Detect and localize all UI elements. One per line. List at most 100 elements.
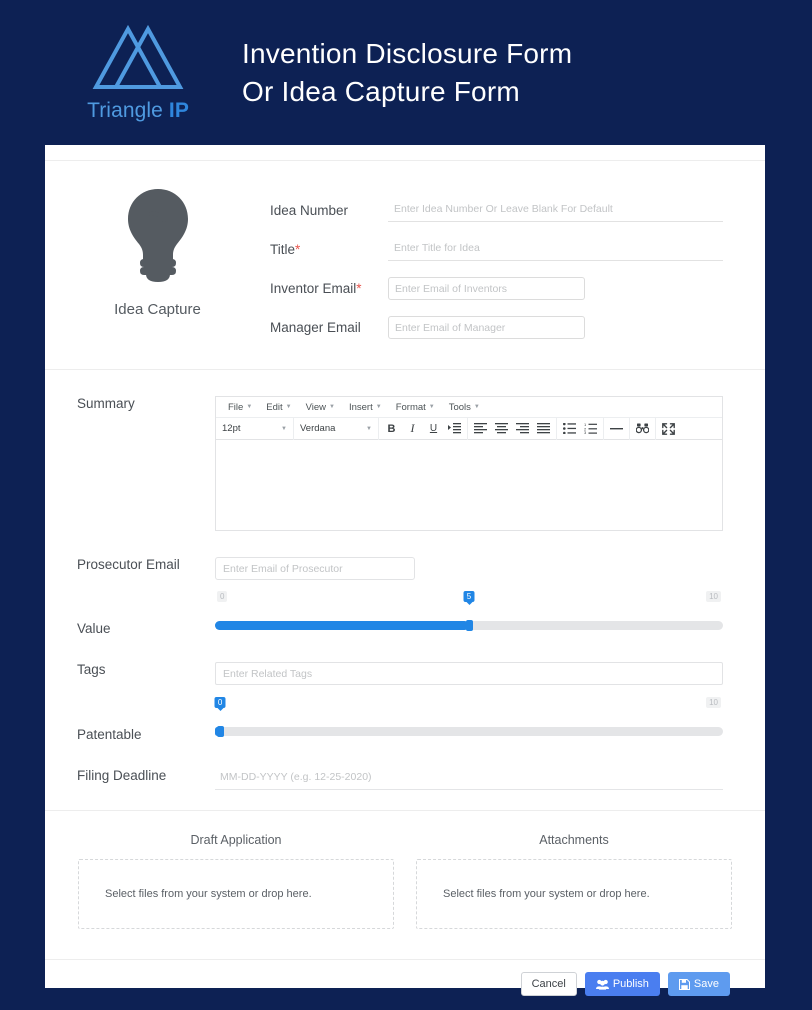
label-manager-email: Manager Email (270, 320, 361, 335)
chevron-down-icon: ▼ (375, 404, 382, 410)
draft-application-dropzone[interactable]: Select files from your system or drop he… (78, 859, 394, 929)
align-left-icon[interactable] (470, 419, 491, 439)
label-prosecutor-email: Prosecutor Email (77, 557, 180, 572)
editor-toolbar-group-lists: 123 (557, 417, 604, 440)
value-slider-bubble: 5 (463, 591, 475, 605)
label-inventor-email-text: Inventor Email (270, 281, 357, 296)
fullscreen-icon[interactable] (658, 419, 679, 439)
title-input[interactable] (388, 238, 723, 261)
editor-menu-file[interactable]: File ▼ (221, 402, 259, 413)
required-asterisk-title: * (295, 242, 301, 257)
attachments-dropzone[interactable]: Select files from your system or drop he… (416, 859, 732, 929)
bullet-list-icon[interactable] (559, 419, 580, 439)
bold-icon[interactable]: B (381, 419, 402, 439)
lightbulb-icon (127, 189, 188, 282)
save-button-label: Save (693, 978, 719, 990)
editor-menu-tools[interactable]: Tools ▼ (442, 402, 487, 413)
value-slider-max-label: 10 (706, 591, 721, 602)
font-family-select[interactable]: Verdana ▼ (294, 417, 379, 440)
tags-input[interactable] (215, 662, 723, 685)
page-title: Invention Disclosure Form Or Idea Captur… (242, 35, 572, 111)
editor-menu-format[interactable]: Format ▼ (389, 402, 442, 413)
editor-menu-tools-label: Tools (448, 401, 471, 413)
chevron-down-icon: ▼ (366, 425, 372, 432)
field-row-filing-deadline: Filing Deadline (45, 768, 765, 790)
required-asterisk-inventor: * (356, 281, 362, 296)
value-slider[interactable]: 0 10 5 (215, 591, 723, 631)
field-row-manager-email: Manager Email (270, 308, 765, 347)
font-size-select[interactable]: 12pt ▼ (216, 417, 294, 440)
chevron-down-icon: ▼ (246, 404, 253, 410)
publish-button[interactable]: Publish (584, 972, 660, 996)
editor-menu-insert[interactable]: Insert ▼ (342, 402, 389, 413)
field-row-patentable: Patentable 10 0 (45, 697, 765, 742)
summary-rich-text-editor[interactable]: File ▼ Edit ▼ View ▼ Insert ▼ Format ▼ Tools ▼… (215, 396, 723, 531)
filing-deadline-input[interactable] (215, 768, 723, 790)
chevron-down-icon: ▼ (329, 404, 335, 410)
italic-icon[interactable]: I (402, 419, 423, 439)
label-idea-number: Idea Number (270, 203, 349, 218)
value-slider-handle[interactable] (466, 620, 473, 631)
idea-capture-block: Idea Capture (45, 177, 270, 347)
floppy-disk-icon (678, 978, 690, 990)
chevron-down-icon: ▼ (281, 425, 287, 432)
editor-menu-edit[interactable]: Edit ▼ (259, 402, 298, 413)
details-section: Summary File ▼ Edit ▼ View ▼ Insert ▼ Format… (45, 370, 765, 810)
summary-editor-body[interactable] (216, 440, 722, 530)
draft-application-upload: Draft Application Select files from your… (78, 833, 394, 929)
idea-number-input[interactable] (388, 199, 723, 222)
identification-fields: Idea Number Title* Inventor Email* Manag… (270, 177, 765, 347)
editor-menu-file-label: File (228, 401, 244, 413)
label-value: Value (77, 621, 111, 636)
inventor-email-input[interactable] (388, 277, 585, 300)
brand-name-bold: IP (168, 98, 189, 122)
value-slider-fill (215, 621, 469, 630)
patentable-slider-handle[interactable] (217, 726, 225, 737)
align-justify-icon[interactable] (533, 419, 554, 439)
identification-section: Idea Capture Idea Number Title* Inventor… (45, 161, 765, 369)
align-center-icon[interactable] (491, 419, 512, 439)
label-patentable: Patentable (77, 727, 142, 742)
editor-toolbar-group-find (630, 417, 656, 440)
page-header: Triangle IP Invention Disclosure Form Or… (0, 0, 812, 145)
editor-toolbar-group-fullscreen (656, 418, 681, 440)
save-button[interactable]: Save (667, 972, 730, 996)
attachments-upload: Attachments Select files from your syste… (416, 833, 732, 929)
editor-menubar: File ▼ Edit ▼ View ▼ Insert ▼ Format ▼ Tools ▼ (216, 397, 722, 418)
editor-menu-view-label: View (305, 401, 327, 413)
idea-capture-label: Idea Capture (114, 301, 201, 318)
page-title-line-1: Invention Disclosure Form (242, 37, 573, 69)
patentable-slider-track[interactable] (215, 726, 723, 737)
label-summary: Summary (77, 396, 135, 411)
editor-menu-view[interactable]: View ▼ (299, 402, 342, 413)
label-inventor-email: Inventor Email* (270, 281, 388, 296)
field-row-value: Value 0 10 5 (45, 591, 765, 636)
uploads-section: Draft Application Select files from your… (45, 811, 765, 959)
manager-email-input[interactable] (388, 316, 585, 339)
label-filing-deadline: Filing Deadline (77, 768, 167, 783)
field-row-idea-number: Idea Number (270, 191, 765, 230)
publish-button-label: Publish (612, 978, 649, 990)
value-slider-track[interactable] (215, 620, 723, 631)
numbered-list-icon[interactable]: 123 (580, 419, 601, 439)
field-row-summary: Summary File ▼ Edit ▼ View ▼ Insert ▼ Format… (45, 396, 765, 531)
patentable-slider[interactable]: 10 0 (214, 697, 723, 737)
draft-application-title: Draft Application (190, 833, 282, 847)
value-slider-min-label: 0 (217, 591, 228, 602)
field-row-prosecutor-email: Prosecutor Email (45, 557, 765, 580)
card-top-strip (45, 145, 765, 160)
form-card: Idea Capture Idea Number Title* Inventor… (45, 145, 765, 996)
triangle-ip-logo-icon (92, 24, 184, 89)
brand-logo: Triangle IP (38, 23, 238, 123)
underline-icon[interactable]: U (423, 419, 444, 439)
horizontal-rule-icon[interactable] (606, 419, 627, 439)
font-family-value: Verdana (300, 423, 336, 434)
cancel-button[interactable]: Cancel (520, 972, 577, 996)
prosecutor-email-input[interactable] (215, 557, 415, 580)
align-right-icon[interactable] (512, 419, 533, 439)
indent-icon[interactable] (444, 419, 465, 439)
find-replace-icon[interactable] (632, 419, 653, 439)
label-title-text: Title (270, 242, 296, 257)
patentable-slider-max-label: 10 (706, 697, 721, 708)
field-row-inventor-email: Inventor Email* (270, 269, 765, 308)
